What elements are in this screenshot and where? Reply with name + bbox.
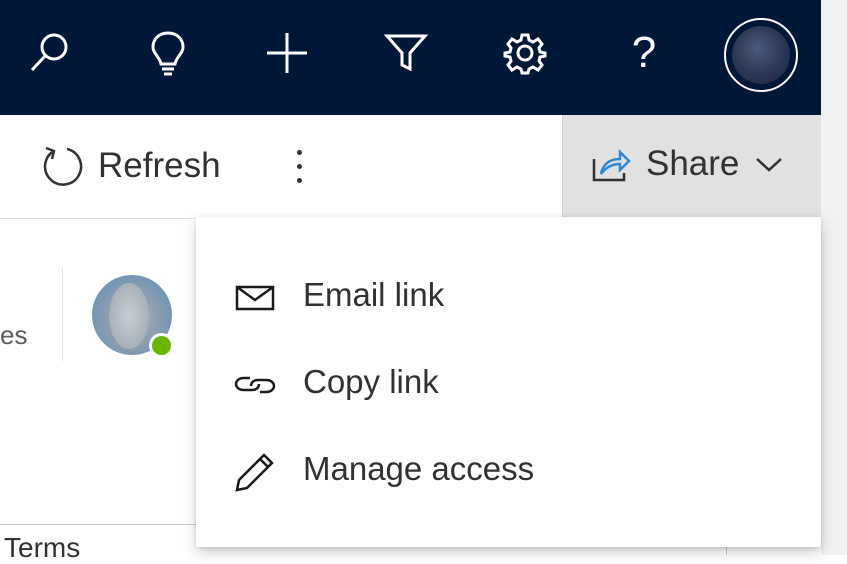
menu-item-copy-link[interactable]: Copy link [196,344,821,424]
truncated-text: es [0,320,28,350]
refresh-label: Refresh [98,146,221,185]
chevron-down-icon [756,158,782,172]
share-icon [592,148,631,182]
help-icon[interactable]: ? [616,0,672,105]
presence-status-icon [149,333,174,358]
avatar-image [109,283,149,349]
menu-item-manage-access[interactable]: Manage access [196,431,821,511]
help-glyph: ? [631,27,657,77]
filter-icon[interactable] [378,0,434,105]
divider [62,268,63,361]
avatar-image [732,26,790,84]
search-icon[interactable] [21,0,77,105]
mail-icon [234,279,276,317]
menu-item-email-link[interactable]: Email link [196,257,821,337]
content-area [0,219,200,555]
pencil-icon [234,453,276,492]
refresh-icon [43,146,83,186]
share-button[interactable]: Share [562,115,821,217]
more-vertical-icon[interactable] [284,142,314,190]
add-icon[interactable] [259,0,315,105]
menu-item-label: Manage access [303,450,535,487]
link-icon [234,366,276,404]
terms-link[interactable]: Terms [4,532,80,564]
lightbulb-icon[interactable] [140,0,196,105]
scrollbar-track[interactable] [821,0,847,555]
share-menu: Email link Copy link Manage access [196,217,821,547]
refresh-button[interactable]: Refresh [40,138,221,194]
settings-icon[interactable] [497,0,553,105]
share-label: Share [646,144,740,183]
menu-item-label: Copy link [303,363,439,400]
menu-item-label: Email link [303,276,445,313]
user-avatar[interactable] [724,18,798,92]
top-nav-bar: ? [0,0,821,115]
